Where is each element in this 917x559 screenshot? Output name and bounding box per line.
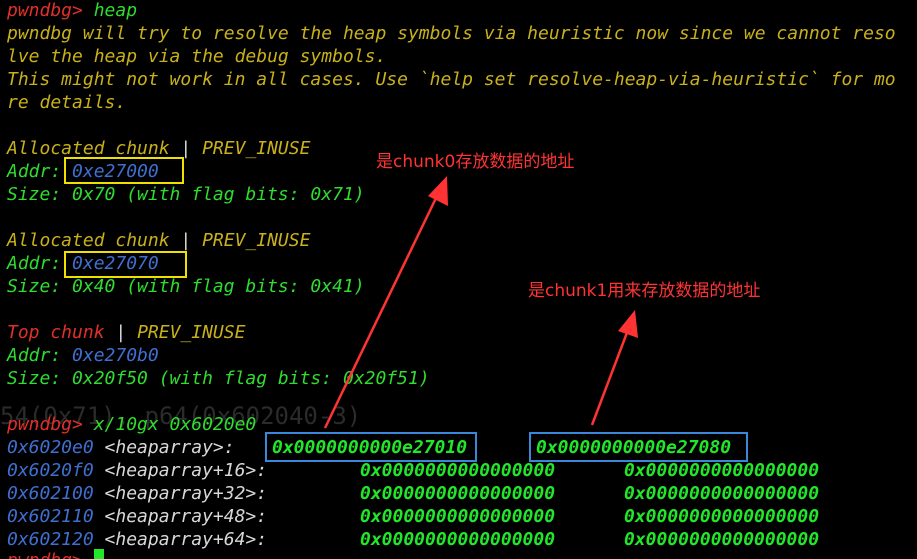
chunk-separator: | — [104, 322, 138, 343]
memory-row: 0x6020e0 <heaparray>: — [7, 436, 235, 459]
memory-row: 0x602100 <heaparray+32>: — [7, 482, 267, 505]
prompt: pwndbg> — [7, 414, 83, 435]
memory-symbol: <heaparray+64>: — [104, 529, 268, 550]
prompt: pwndbg> — [7, 549, 83, 559]
memory-value: 0x0000000000000000 — [360, 460, 556, 481]
addr-label: Addr: — [7, 161, 62, 182]
memory-value: 0x0000000000000000 — [360, 506, 556, 527]
memory-row: 0x6020f0 <heaparray+16>: — [7, 459, 267, 482]
arrow-to-chunk0-ptr — [323, 176, 448, 429]
highlight-box-chunk1-addr — [64, 251, 187, 278]
terminal-cursor — [94, 549, 104, 559]
highlight-box-chunk0-addr — [64, 157, 184, 184]
warning-line: re details. — [7, 92, 127, 113]
chunk-addr: 0xe270b0 — [72, 345, 159, 366]
chunk-flag: PREV_INUSE — [202, 230, 311, 251]
chunk-type: Allocated chunk — [7, 138, 170, 159]
command-line-examine: pwndbg> x/10gx 0x6020e0 — [7, 413, 256, 436]
warning-line: lve the heap via the debug symbols. — [7, 46, 387, 67]
addr-label: Addr: — [7, 345, 62, 366]
warning-line: pwndbg will try to resolve the heap symb… — [7, 23, 896, 44]
chunk-separator: | — [169, 230, 203, 251]
chunk-size-line: Size: 0x70 (with flag bits: 0x71) — [7, 184, 365, 205]
memory-address: 0x602110 — [7, 506, 94, 527]
chunk-size-line: Size: 0x20f50 (with flag bits: 0x20f51) — [7, 368, 430, 389]
chunk-type: Allocated chunk — [7, 230, 170, 251]
memory-value: 0x0000000000000000 — [624, 529, 820, 550]
memory-address: 0x602100 — [7, 483, 94, 504]
chunk-addr-line: Addr: 0xe270b0 — [7, 344, 159, 367]
memory-row: 0x602110 <heaparray+48>: — [7, 505, 267, 528]
memory-value: 0x0000000000000000 — [360, 529, 556, 550]
memory-symbol: <heaparray+32>: — [104, 483, 268, 504]
memory-address: 0x602120 — [7, 529, 94, 550]
chunk-type: Top chunk — [7, 322, 105, 343]
arrow-to-chunk1-ptr — [590, 310, 638, 426]
warning-line: This might not work in all cases. Use `h… — [7, 69, 896, 90]
chunk-header: Allocated chunk | PREV_INUSE — [7, 229, 310, 252]
addr-label: Addr: — [7, 253, 62, 274]
chunk-header: Top chunk | PREV_INUSE — [7, 321, 245, 344]
memory-address: 0x6020f0 — [7, 460, 94, 481]
command-text: heap — [93, 0, 138, 21]
memory-symbol: <heaparray>: — [104, 437, 235, 458]
annotation-chunk0: 是chunk0存放数据的地址 — [376, 152, 575, 172]
chunk-flag: PREV_INUSE — [137, 322, 246, 343]
prompt: pwndbg> — [7, 0, 83, 21]
chunk-size-line: Size: 0x40 (with flag bits: 0x41) — [7, 276, 365, 297]
chunk-flag: PREV_INUSE — [202, 138, 311, 159]
memory-value: 0x0000000000000000 — [624, 506, 820, 527]
memory-value: 0x0000000000000000 — [624, 460, 820, 481]
memory-value: 0x0000000000000000 — [624, 483, 820, 504]
memory-value: 0x0000000000000000 — [360, 483, 556, 504]
memory-symbol: <heaparray+16>: — [104, 460, 268, 481]
memory-row: 0x602120 <heaparray+64>: — [7, 528, 267, 551]
command-text: x/10gx 0x6020e0 — [93, 414, 257, 435]
highlight-box-chunk0-data-ptr — [265, 432, 477, 462]
highlight-box-chunk1-data-ptr — [529, 432, 748, 462]
memory-symbol: <heaparray+48>: — [104, 506, 268, 527]
command-line-heap: pwndbg> heap — [7, 0, 137, 22]
annotation-chunk1: 是chunk1用来存放数据的地址 — [528, 281, 761, 301]
chunk-separator: | — [169, 138, 203, 159]
memory-address: 0x6020e0 — [7, 437, 94, 458]
